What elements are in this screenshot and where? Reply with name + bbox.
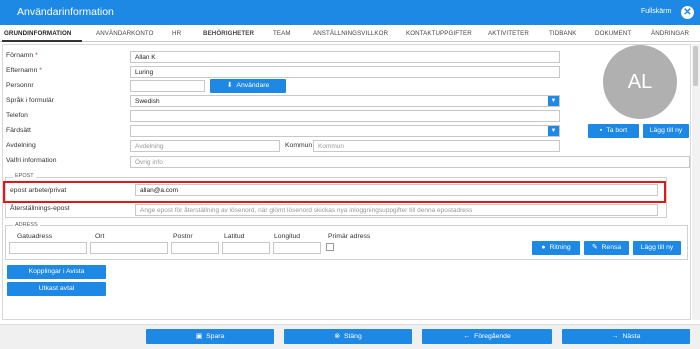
fardsatt-select[interactable]: ▼ <box>130 125 560 137</box>
lagg-till-adress-button[interactable]: Lägg till ny <box>633 241 681 255</box>
tab-tidbank[interactable]: TIDBANK <box>549 30 577 37</box>
tab-aktiviteter[interactable]: AKTIVITETER <box>488 30 529 37</box>
aterstallning-input[interactable]: Ange epost för återställning av lösenord… <box>135 204 658 216</box>
map-pin-icon: ● <box>541 244 546 251</box>
utkast-avtal-button[interactable]: Utkast avtal <box>7 282 106 296</box>
latitud-label: Latitud <box>224 233 245 240</box>
epost-arbete-label: epost arbete/privat <box>10 187 67 194</box>
tab-team[interactable]: TEAM <box>273 30 291 37</box>
fornamn-input[interactable]: Allan K <box>130 51 560 63</box>
longitud-input[interactable] <box>273 242 321 254</box>
aterstallning-label: Återställnings-epost <box>10 205 70 212</box>
efternamn-input[interactable]: Luring <box>130 66 560 78</box>
primar-adress-checkbox[interactable] <box>326 243 334 251</box>
sprak-label: Språk i formulär <box>6 97 54 104</box>
foregaende-button[interactable]: ← Föregående <box>422 329 552 344</box>
avdelning-input[interactable]: Avdelning <box>130 140 280 152</box>
scrollbar-thumb[interactable] <box>693 46 698 86</box>
efternamn-label: Efternamn * <box>6 67 42 74</box>
chevron-down-icon: ▼ <box>548 96 559 106</box>
arrow-left-icon: ← <box>463 333 471 340</box>
tab-bar: GRUNDINFORMATION ANVÄNDARKONTO HR BEHÖRI… <box>0 25 700 42</box>
tab-andringar[interactable]: ÄNDRINGAR <box>651 30 689 37</box>
close-circle-icon: ⊗ <box>334 333 340 340</box>
personnr-label: Personnr <box>6 82 34 89</box>
avatar: AL <box>603 45 677 119</box>
kommun-input[interactable]: Kommun <box>313 140 560 152</box>
fardsatt-label: Färdsätt <box>6 127 31 134</box>
latitud-input[interactable] <box>222 242 270 254</box>
anvandare-button[interactable]: ⬇ Användare <box>210 79 286 93</box>
postnr-label: Postnr <box>173 233 193 240</box>
sprak-select[interactable]: Swedish ▼ <box>130 95 560 107</box>
lagg-till-avatar-button[interactable]: Lägg till ny <box>643 124 689 138</box>
primar-adress-label: Primär adress <box>328 233 371 240</box>
tab-kontaktuppgifter[interactable]: KONTAKTUPPGIFTER <box>406 30 472 37</box>
stang-button[interactable]: ⊗ Stäng <box>284 329 412 344</box>
epost-section-title: EPOST <box>13 173 36 179</box>
eraser-icon: ✎ <box>591 244 598 251</box>
adress-section-title: ADRESS <box>13 222 40 228</box>
kopplingar-button[interactable]: Kopplingar i Avista <box>7 265 106 279</box>
tab-grundinformation[interactable]: GRUNDINFORMATION <box>4 30 71 37</box>
nasta-button[interactable]: → Nästa <box>562 329 690 344</box>
ritning-button[interactable]: ● Ritning <box>532 241 580 255</box>
postnr-input[interactable] <box>171 242 219 254</box>
avdelning-label: Avdelning <box>6 142 36 149</box>
tab-anvandarkonto[interactable]: ANVÄNDARKONTO <box>96 30 154 37</box>
tab-behorigheter[interactable]: BEHÖRIGHETER <box>203 30 254 37</box>
gatuadress-label: Gatuadress <box>17 233 53 240</box>
epost-arbete-input[interactable]: allan@a.com <box>135 184 658 196</box>
telefon-label: Telefon <box>6 112 28 119</box>
tab-anstallningsvillkor[interactable]: ANSTÄLLNINGSVILLKOR <box>313 30 388 37</box>
close-icon[interactable]: ✕ <box>681 6 694 19</box>
ort-label: Ort <box>95 233 105 240</box>
kommun-label: Kommun <box>285 142 313 149</box>
title-bar: Användarinformation Fullskärm ✕ <box>0 0 700 25</box>
longitud-label: Longitud <box>274 233 301 240</box>
personnr-input[interactable] <box>130 80 205 92</box>
spara-button[interactable]: ▣ Spara <box>146 329 274 344</box>
ort-input[interactable] <box>90 242 168 254</box>
tab-hr[interactable]: HR <box>172 30 181 37</box>
valfri-label: Valfri information <box>6 157 57 164</box>
save-icon: ▣ <box>195 333 203 340</box>
ta-bort-button[interactable]: ▪ Ta bort <box>588 124 639 138</box>
fornamn-label: Förnamn * <box>6 52 38 59</box>
window-title: Användarinformation <box>17 6 114 18</box>
trash-icon: ▪ <box>599 127 603 134</box>
download-icon: ⬇ <box>226 82 233 89</box>
tab-dokument[interactable]: DOKUMENT <box>595 30 631 37</box>
chevron-down-icon: ▼ <box>548 126 559 136</box>
telefon-input[interactable] <box>130 110 560 122</box>
valfri-input[interactable]: Övrig info <box>130 156 690 168</box>
gatuadress-input[interactable] <box>9 242 87 254</box>
fullscreen-button[interactable]: Fullskärm <box>641 8 671 15</box>
arrow-right-icon: → <box>611 333 619 340</box>
active-tab-indicator <box>2 40 82 42</box>
rensa-button[interactable]: ✎ Rensa <box>584 241 629 255</box>
